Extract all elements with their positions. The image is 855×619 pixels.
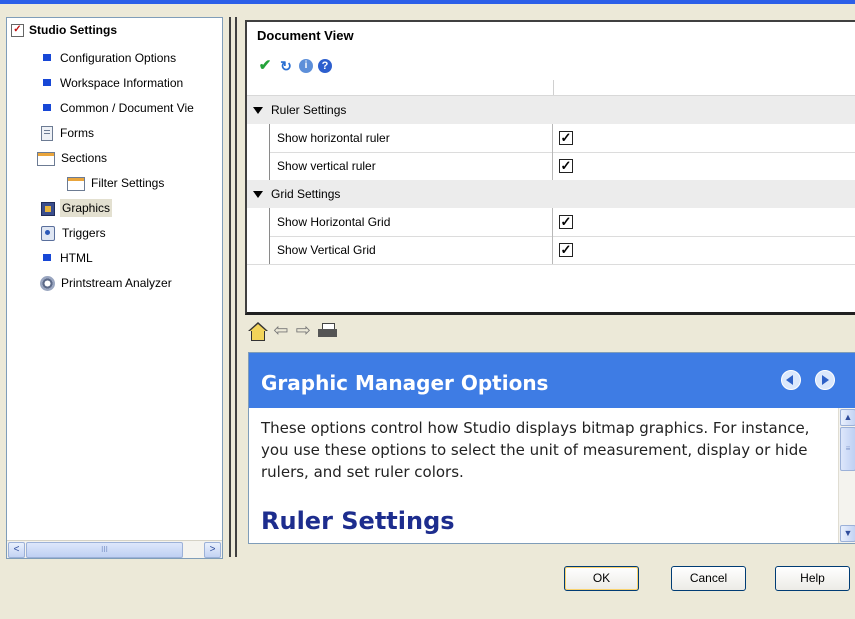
- splitter-line[interactable]: [229, 17, 231, 557]
- help-nav-toolbar: ⇦ ⇨: [248, 320, 342, 341]
- help-panel: Graphic Manager Options These options co…: [248, 352, 855, 544]
- triggers-icon: [41, 226, 55, 242]
- tree-item-triggers[interactable]: Triggers: [41, 224, 108, 242]
- ok-button[interactable]: OK: [564, 566, 639, 591]
- home-icon[interactable]: [248, 321, 268, 341]
- help-icon[interactable]: ?: [318, 59, 332, 73]
- help-title: Graphic Manager Options: [261, 371, 549, 395]
- show-vertical-grid-checkbox[interactable]: ✓: [559, 243, 573, 257]
- info-icon[interactable]: i: [299, 59, 313, 73]
- tree-item-filter-settings[interactable]: Filter Settings: [67, 174, 166, 192]
- refresh-icon[interactable]: ↻: [278, 58, 294, 74]
- tree-root-studio-settings[interactable]: ✓ Studio Settings: [11, 21, 119, 39]
- splitter-line[interactable]: [235, 17, 237, 557]
- help-vertical-scrollbar[interactable]: ▲ ≡ ▼: [838, 408, 855, 543]
- apply-check-icon[interactable]: ✔: [257, 58, 273, 74]
- property-label: Show horizontal ruler: [277, 131, 390, 145]
- scroll-up-button[interactable]: ▲: [840, 409, 855, 426]
- scroll-thumb[interactable]: ≡: [840, 427, 855, 471]
- scroll-left-button[interactable]: <: [8, 542, 25, 558]
- show-vertical-ruler-checkbox[interactable]: ✓: [559, 159, 573, 173]
- tree-item-common-document-view[interactable]: Common / Document Vie: [39, 99, 196, 117]
- property-row[interactable]: Show Vertical Grid ✓: [247, 236, 855, 265]
- category-grid-settings[interactable]: Grid Settings: [247, 180, 855, 208]
- bullet-icon: [43, 54, 51, 62]
- scroll-thumb[interactable]: III: [26, 542, 183, 558]
- grid-header: [247, 80, 855, 96]
- tree-item-html[interactable]: HTML: [39, 249, 95, 267]
- tree-item-sections[interactable]: Sections: [37, 149, 109, 167]
- tree-item-workspace-information[interactable]: Workspace Information: [39, 74, 185, 92]
- collapse-triangle-icon[interactable]: [253, 107, 263, 114]
- scroll-down-button[interactable]: ▼: [840, 525, 855, 542]
- show-horizontal-grid-checkbox[interactable]: ✓: [559, 215, 573, 229]
- help-heading: Ruler Settings: [261, 507, 455, 535]
- help-body-text: These options control how Studio display…: [261, 419, 810, 481]
- tree-item-forms[interactable]: Forms: [41, 124, 96, 142]
- property-row[interactable]: Show horizontal ruler ✓: [247, 124, 855, 153]
- property-toolbar: ✔ ↻ i?: [257, 58, 337, 74]
- help-header: Graphic Manager Options: [249, 353, 855, 408]
- property-row[interactable]: Show Horizontal Grid ✓: [247, 208, 855, 237]
- settings-check-icon: ✓: [11, 24, 24, 38]
- property-label: Show Horizontal Grid: [277, 215, 391, 229]
- help-button[interactable]: Help: [775, 566, 850, 591]
- graphics-icon: [41, 201, 55, 216]
- property-label: Show Vertical Grid: [277, 243, 376, 257]
- tree-item-graphics[interactable]: Graphics: [41, 199, 113, 217]
- back-arrow-icon[interactable]: ⇦: [273, 320, 288, 341]
- property-row[interactable]: Show vertical ruler ✓: [247, 152, 855, 181]
- bullet-icon: [43, 104, 51, 112]
- forward-arrow-icon[interactable]: ⇨: [296, 320, 311, 341]
- cancel-button[interactable]: Cancel: [671, 566, 746, 591]
- collapse-triangle-icon[interactable]: [253, 191, 263, 198]
- bullet-icon: [43, 254, 51, 262]
- tree-item-printstream-analyzer[interactable]: Printstream Analyzer: [40, 274, 174, 292]
- top-border: [0, 0, 855, 4]
- settings-tree: ✓ Studio Settings Configuration Options W…: [6, 17, 223, 559]
- tree-horizontal-scrollbar[interactable]: < III >: [7, 540, 222, 558]
- sections-icon: [37, 151, 55, 166]
- help-back-icon[interactable]: [781, 370, 801, 390]
- form-icon: [41, 126, 53, 142]
- tree-item-configuration-options[interactable]: Configuration Options: [39, 49, 178, 67]
- filter-icon: [67, 176, 85, 191]
- document-view-panel: Document View ✔ ↻ i? Ruler Settings Show h…: [245, 20, 855, 315]
- document-view-title: Document View: [257, 28, 354, 43]
- print-icon[interactable]: [318, 322, 338, 339]
- show-horizontal-ruler-checkbox[interactable]: ✓: [559, 131, 573, 145]
- bullet-icon: [43, 79, 51, 87]
- scroll-right-button[interactable]: >: [204, 542, 221, 558]
- property-label: Show vertical ruler: [277, 159, 376, 173]
- category-ruler-settings[interactable]: Ruler Settings: [247, 96, 855, 124]
- help-forward-icon[interactable]: [815, 370, 835, 390]
- gear-icon: [40, 276, 55, 292]
